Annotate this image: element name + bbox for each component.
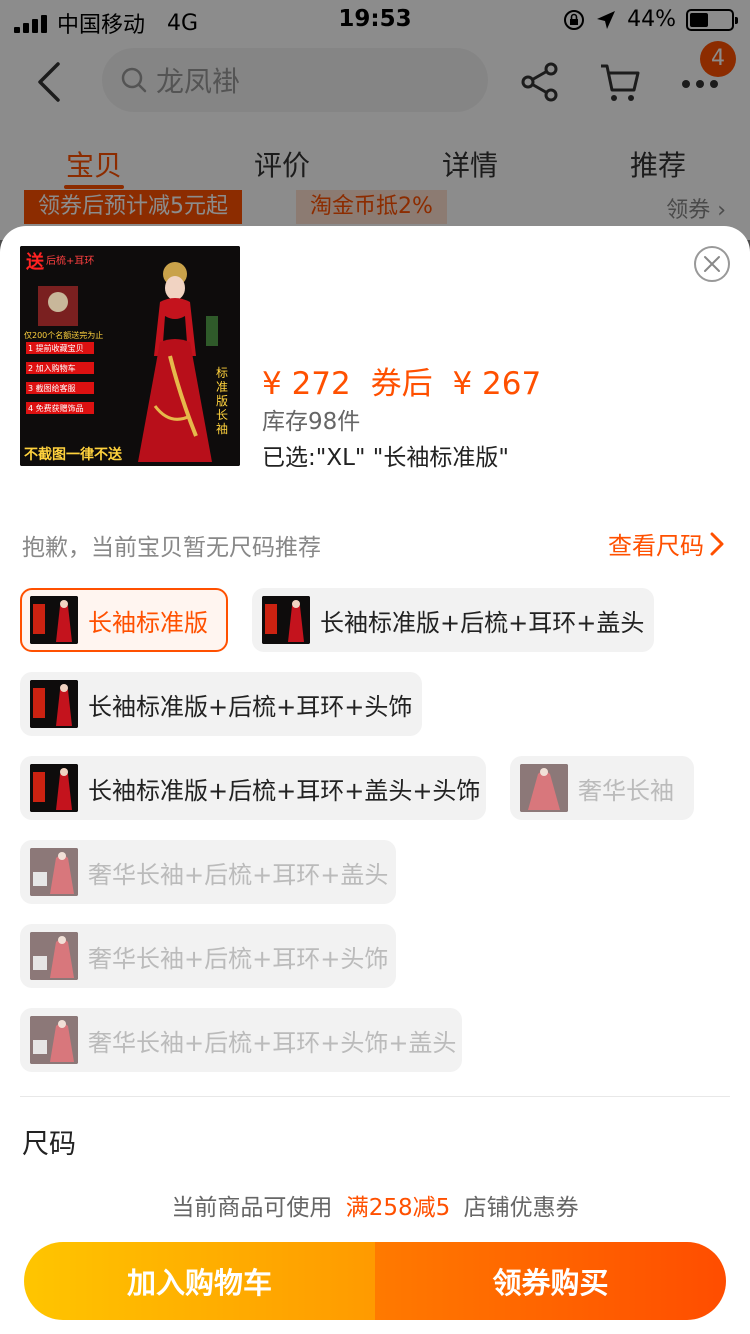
coupon-suffix: 店铺优惠券 bbox=[463, 1195, 579, 1221]
sku-option-disabled: 奢华长袖+后梳+耳环+头饰+盖头 bbox=[20, 1008, 462, 1072]
view-size-chart-link[interactable]: 查看尺码 bbox=[608, 526, 724, 561]
sku-option[interactable]: 长袖标准版+后梳+耳环+盖头+头饰 bbox=[20, 756, 486, 820]
after-coupon-price: ¥ 267 bbox=[452, 366, 542, 402]
option-label: 奢华长袖+后梳+耳环+盖头 bbox=[88, 860, 389, 889]
option-label: 长袖标准版+后梳+耳环+盖头+头饰 bbox=[88, 776, 481, 805]
selected-sku: 已选:"XL" "长袖标准版" bbox=[262, 445, 509, 471]
chevron-right-icon bbox=[710, 532, 724, 555]
coupon-prefix: 当前商品可使用 bbox=[171, 1195, 333, 1221]
thumb-footer-label: 不截图一律不送 bbox=[24, 447, 122, 463]
option-thumbnail bbox=[520, 764, 568, 812]
option-thumbnail bbox=[30, 1016, 78, 1064]
coupon-highlight: 满258减5 bbox=[345, 1195, 451, 1221]
option-thumbnail bbox=[30, 932, 78, 980]
option-label: 长袖标准版+后梳+耳环+盖头 bbox=[320, 608, 645, 637]
section-divider bbox=[20, 1096, 730, 1097]
option-label: 奢华长袖+后梳+耳环+头饰 bbox=[88, 944, 389, 973]
action-buttons: 加入购物车 领券购买 bbox=[24, 1242, 726, 1320]
thumb-gifts-label: 后梳+耳环 bbox=[46, 256, 95, 267]
price-line: ¥ 272 券后 ¥ 267 bbox=[262, 358, 551, 403]
size-recommend-tip: 抱歉，当前宝贝暂无尺码推荐 bbox=[22, 535, 321, 561]
thumb-step-1: 1 提前收藏宝贝 bbox=[28, 344, 84, 353]
option-thumbnail bbox=[30, 764, 78, 812]
thumb-step-3: 3 截图给客服 bbox=[28, 384, 76, 393]
option-label: 长袖标准版 bbox=[88, 608, 208, 637]
option-thumbnail bbox=[30, 680, 78, 728]
option-label: 奢华长袖 bbox=[578, 776, 674, 805]
after-coupon-label: 券后 bbox=[370, 366, 433, 402]
size-section-title: 尺码 bbox=[22, 1129, 76, 1160]
sku-selector-sheet: 送 后梳+耳环 仅200个名额送完为止 1 提前收藏宝贝 2 加入购物车 3 截… bbox=[0, 226, 750, 1334]
option-thumbnail bbox=[262, 596, 310, 644]
price: ¥ 272 bbox=[262, 366, 351, 402]
close-button[interactable] bbox=[694, 246, 730, 282]
option-label: 奢华长袖+后梳+耳环+头饰+盖头 bbox=[88, 1028, 457, 1057]
option-thumbnail bbox=[30, 848, 78, 896]
sku-option-disabled: 奢华长袖+后梳+耳环+盖头 bbox=[20, 840, 396, 904]
sku-option-disabled: 奢华长袖+后梳+耳环+头饰 bbox=[20, 924, 396, 988]
sku-option[interactable]: 长袖标准版+后梳+耳环+头饰 bbox=[20, 672, 422, 736]
thumb-step-2: 2 加入购物车 bbox=[28, 364, 76, 373]
close-icon bbox=[704, 256, 720, 272]
thumb-step-4: 4 免费获赠饰品 bbox=[28, 404, 84, 413]
product-thumbnail: 送 后梳+耳环 仅200个名额送完为止 1 提前收藏宝贝 2 加入购物车 3 截… bbox=[20, 246, 240, 466]
stock-count: 库存98件 bbox=[262, 409, 361, 435]
get-coupon-buy-button[interactable]: 领券购买 bbox=[375, 1242, 726, 1320]
sku-option[interactable]: 长袖标准版+后梳+耳环+盖头 bbox=[252, 588, 654, 652]
sku-option-disabled: 奢华长袖 bbox=[510, 756, 694, 820]
thumb-side-label: 标准版长袖 bbox=[216, 366, 229, 436]
add-to-cart-button[interactable]: 加入购物车 bbox=[24, 1242, 375, 1320]
thumb-send-label: 送 bbox=[26, 252, 44, 273]
option-label: 长袖标准版+后梳+耳环+头饰 bbox=[88, 692, 413, 721]
view-size-chart-label: 查看尺码 bbox=[608, 532, 704, 560]
sku-option[interactable]: 长袖标准版 bbox=[20, 588, 228, 652]
coupon-note: 当前商品可使用 满258减5 店铺优惠券 bbox=[0, 1188, 750, 1222]
product-image bbox=[20, 246, 240, 466]
thumb-limit-label: 仅200个名额送完为止 bbox=[24, 331, 104, 340]
option-thumbnail bbox=[30, 596, 78, 644]
